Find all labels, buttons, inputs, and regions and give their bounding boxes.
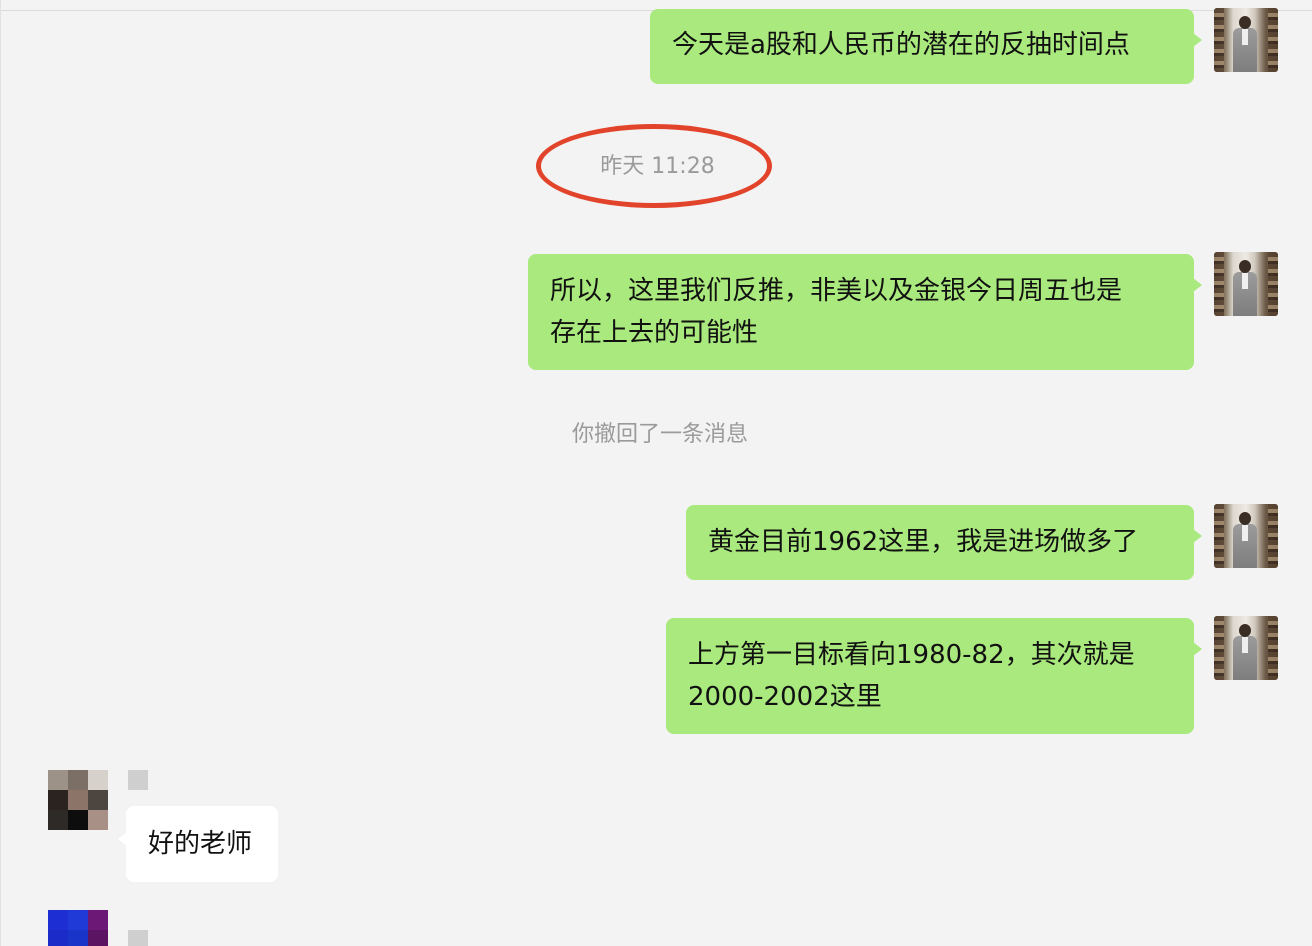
self-avatar[interactable] xyxy=(1214,8,1278,72)
avatar-pixel xyxy=(68,930,88,946)
avatar-pixel xyxy=(48,810,68,830)
contact-avatar[interactable] xyxy=(48,910,108,946)
message-text: 好的老师 xyxy=(148,829,253,859)
avatar-pixel xyxy=(88,790,108,810)
contact-name-redacted xyxy=(128,930,148,946)
avatar-pixel xyxy=(48,930,68,946)
avatar-pixel xyxy=(88,910,108,930)
message-text-line: 上方第一目标看向1980-82，其次就是 xyxy=(688,640,1135,670)
message-text: 黄金目前1962这里，我是进场做多了 xyxy=(708,527,1139,557)
avatar-pixel xyxy=(48,910,68,930)
avatar-pixel xyxy=(48,770,68,790)
avatar-pixel xyxy=(68,910,88,930)
message-bubble-outgoing[interactable]: 黄金目前1962这里，我是进场做多了 xyxy=(686,505,1202,580)
message-bubble-outgoing[interactable]: 上方第一目标看向1980-82，其次就是 2000-2002这里 xyxy=(666,618,1202,734)
contact-avatar[interactable] xyxy=(48,770,108,830)
message-bubble-incoming[interactable]: 好的老师 xyxy=(118,806,278,882)
avatar-pixel xyxy=(68,790,88,810)
avatar-pixel xyxy=(48,790,68,810)
avatar-pixel xyxy=(88,810,108,830)
message-bubble-outgoing[interactable]: 所以，这里我们反推，非美以及金银今日周五也是 存在上去的可能性 xyxy=(528,254,1202,370)
self-avatar[interactable] xyxy=(1214,252,1278,316)
avatar-pixel xyxy=(88,770,108,790)
message-text-line: 所以，这里我们反推，非美以及金银今日周五也是 xyxy=(550,276,1123,306)
contact-name-redacted xyxy=(128,770,148,790)
left-border xyxy=(0,0,1,946)
message-bubble-outgoing[interactable]: 今天是a股和人民币的潜在的反抽时间点 xyxy=(650,9,1202,84)
avatar-pixel xyxy=(68,770,88,790)
self-avatar[interactable] xyxy=(1214,616,1278,680)
message-text: 今天是a股和人民币的潜在的反抽时间点 xyxy=(672,30,1130,60)
message-text-line: 2000-2002这里 xyxy=(688,682,882,712)
recalled-message-notice: 你撤回了一条消息 xyxy=(571,422,748,447)
annotation-circle xyxy=(536,124,772,208)
message-text-line: 存在上去的可能性 xyxy=(550,318,759,348)
avatar-pixel xyxy=(88,930,108,946)
self-avatar[interactable] xyxy=(1214,504,1278,568)
avatar-pixel xyxy=(68,810,88,830)
